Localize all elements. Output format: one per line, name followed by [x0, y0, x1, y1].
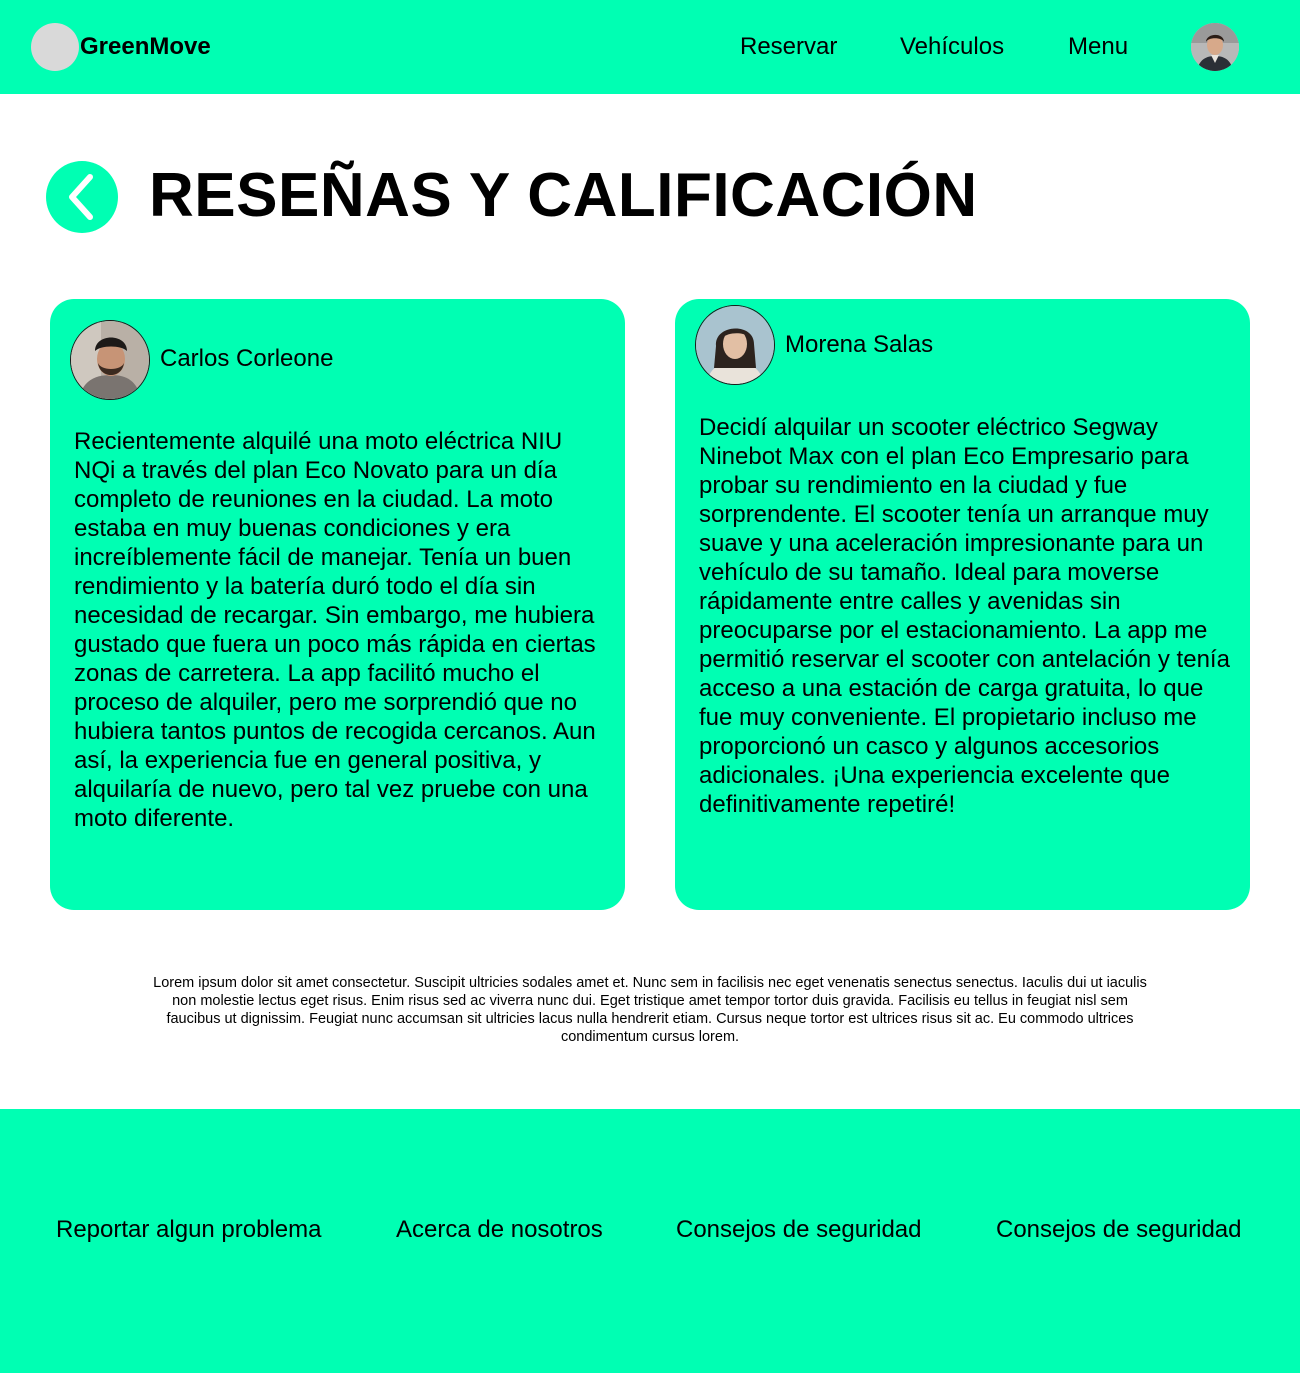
footer-link-safety-tips-2[interactable]: Consejos de seguridad	[996, 1216, 1242, 1244]
reviewer-avatar	[695, 305, 775, 385]
chevron-left-icon	[69, 174, 93, 220]
back-button[interactable]	[46, 161, 118, 233]
nav-reservar-link[interactable]: Reservar	[740, 33, 837, 61]
user-avatar-image	[1191, 23, 1239, 71]
page-title: RESEÑAS Y CALIFICACIÓN	[149, 161, 978, 230]
logo-icon[interactable]	[31, 23, 79, 71]
footer-link-report-problem[interactable]: Reportar algun problema	[56, 1216, 322, 1244]
brand-name[interactable]: GreenMove	[80, 33, 211, 61]
reviewer-photo	[71, 321, 149, 399]
nav-menu-link[interactable]: Menu	[1068, 33, 1128, 61]
review-text: Decidí alquilar un scooter eléctrico Seg…	[699, 414, 1230, 818]
reviewer-avatar	[70, 320, 150, 400]
nav-vehiculos-link[interactable]: Vehículos	[900, 33, 1004, 61]
footer-link-about-us[interactable]: Acerca de nosotros	[396, 1216, 603, 1244]
description-text: Lorem ipsum dolor sit amet consectetur. …	[153, 975, 1147, 1045]
review-card: Carlos Corleone Recientemente alquilé un…	[50, 299, 625, 910]
footer: Reportar algun problema Acerca de nosotr…	[0, 1109, 1300, 1373]
footer-link-safety-tips[interactable]: Consejos de seguridad	[676, 1216, 922, 1244]
review-text: Recientemente alquilé una moto eléctrica…	[74, 428, 596, 832]
reviewer-name: Morena Salas	[785, 331, 934, 358]
review-card: Morena Salas Decidí alquilar un scooter …	[675, 299, 1250, 910]
reviewer-name: Carlos Corleone	[160, 345, 334, 372]
reviewer-photo	[696, 306, 774, 384]
user-avatar[interactable]	[1191, 23, 1239, 71]
top-navbar: GreenMove Reservar Vehículos Menu	[0, 0, 1300, 94]
